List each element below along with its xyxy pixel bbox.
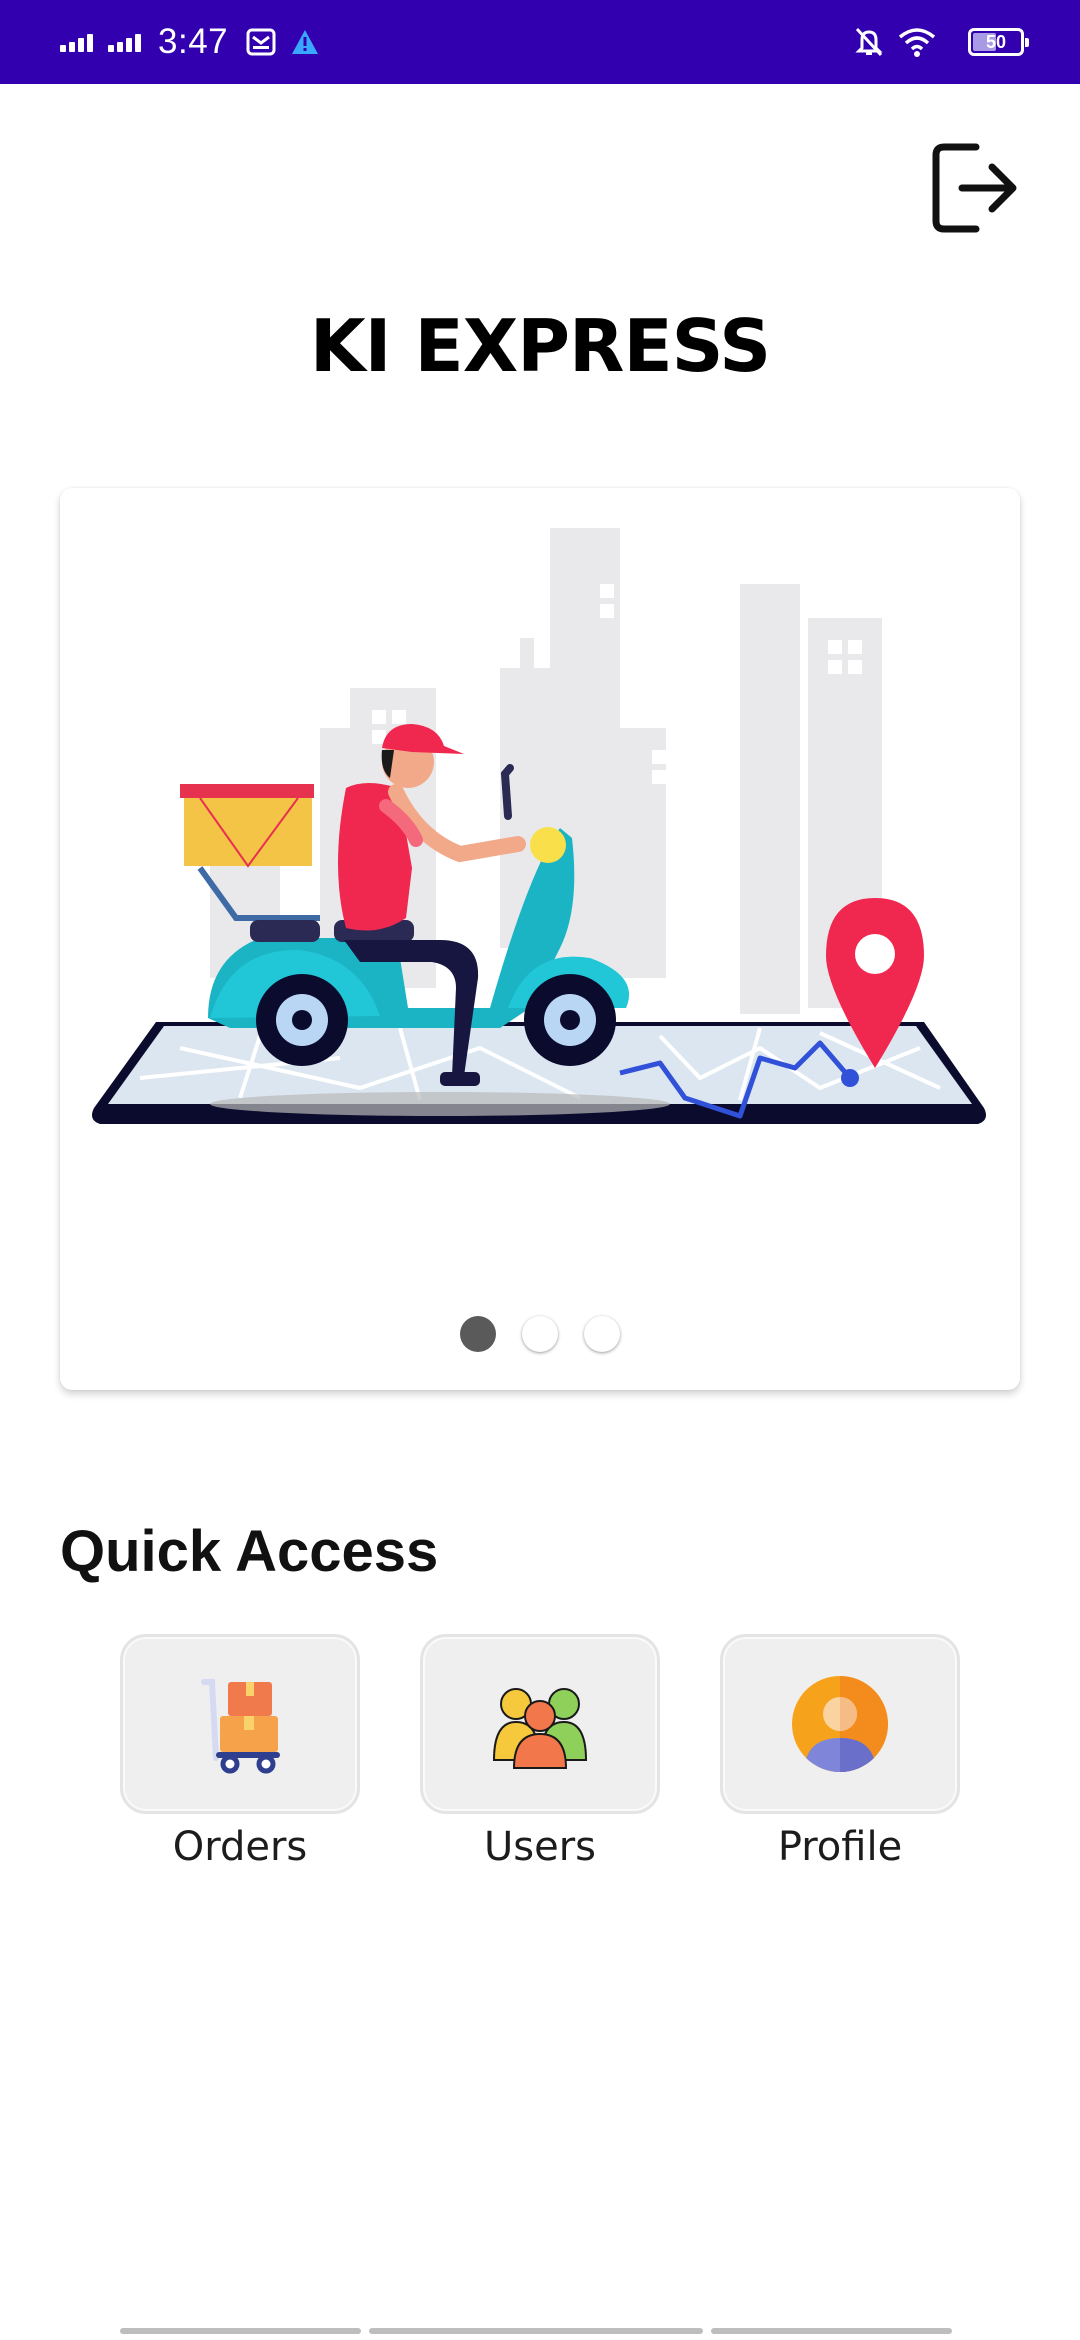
profile-label: Profile <box>777 1824 903 1870</box>
quick-access-profile[interactable]: Profile <box>720 1634 960 1870</box>
status-time: 3:47 <box>158 22 229 61</box>
gesture-navigation-bar <box>120 2328 960 2334</box>
app-title: KI EXPRESS <box>309 304 771 388</box>
orders-label: Orders <box>172 1824 308 1870</box>
wifi-icon <box>898 27 936 57</box>
carousel-dot-1[interactable] <box>460 1316 496 1352</box>
status-bar: 3:47 50 <box>0 0 1080 84</box>
profile-avatar-icon <box>792 1676 888 1772</box>
orders-cart-icon <box>201 1679 280 1774</box>
logout-icon <box>932 143 1017 233</box>
carousel-indicator <box>60 1316 1020 1352</box>
signal-icon <box>60 32 96 52</box>
carousel-dot-2[interactable] <box>522 1316 558 1352</box>
users-label: Users <box>483 1824 596 1870</box>
logout-button[interactable] <box>928 138 1022 238</box>
users-tile[interactable] <box>420 1634 660 1814</box>
delivery-scooter-illustration <box>92 528 986 1124</box>
gesture-segment <box>369 2328 703 2334</box>
quick-access-grid: Orders Users Profile <box>120 1634 960 1874</box>
orders-tile[interactable] <box>120 1634 360 1814</box>
gesture-segment <box>120 2328 362 2334</box>
mute-icon <box>854 26 884 58</box>
battery-level: 50 <box>985 31 1007 52</box>
signal-icon <box>108 32 144 52</box>
carousel-dot-3[interactable] <box>584 1316 620 1352</box>
battery-icon: 50 <box>968 28 1029 56</box>
gesture-segment <box>710 2328 952 2334</box>
email-icon <box>246 28 276 56</box>
quick-access-orders[interactable]: Orders <box>120 1634 360 1870</box>
quick-access-users[interactable]: Users <box>420 1634 660 1870</box>
banner-carousel[interactable] <box>60 488 1020 1390</box>
users-group-icon <box>492 1688 588 1769</box>
quick-access-title: Quick Access <box>60 1519 439 1584</box>
alert-icon <box>290 28 320 56</box>
profile-tile[interactable] <box>720 1634 960 1814</box>
